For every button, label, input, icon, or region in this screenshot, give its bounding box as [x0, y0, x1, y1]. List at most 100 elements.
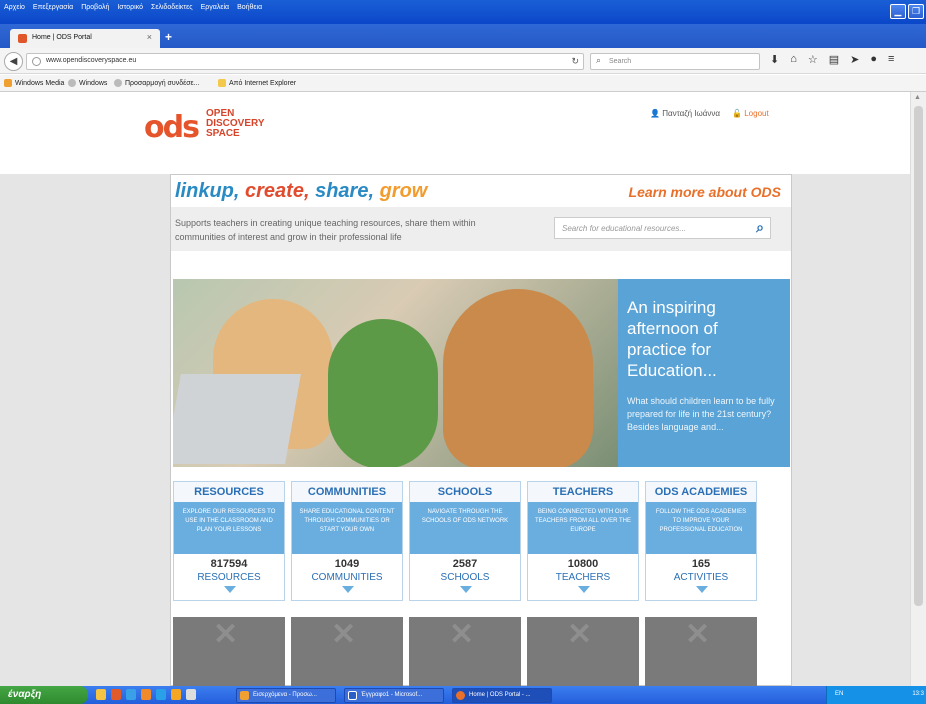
chat-icon[interactable]: ● [870, 53, 877, 66]
minimize-icon[interactable]: ▁ [890, 4, 906, 19]
menu-view[interactable]: Προβολή [81, 4, 109, 11]
windows-taskbar: έναρξη Εισερχόμενα - Προσω... Έγγραφο1 -… [0, 686, 926, 704]
menu-file[interactable]: Αρχείο [4, 4, 25, 11]
card-title: ODS ACADEMIES [646, 482, 756, 502]
home-icon[interactable]: ⌂ [790, 53, 797, 66]
taskbar-item-word[interactable]: Έγγραφο1 - Microsof... [344, 688, 444, 703]
search-icon[interactable]: ⌕ [756, 219, 764, 236]
ods-logo[interactable]: ods OPEN DISCOVERY SPACE [144, 104, 294, 150]
start-button[interactable]: έναρξη [0, 686, 88, 704]
learn-more-link[interactable]: Learn more about ODS [629, 184, 781, 200]
tab-title: Home | ODS Portal [32, 34, 92, 41]
quick-launch-icon[interactable] [171, 689, 181, 700]
back-arrow-icon[interactable]: ◀ [4, 52, 23, 71]
broken-image-icon: ✕ [331, 618, 357, 651]
card-count: 817594 [210, 558, 248, 570]
bookmark-star-icon[interactable]: ☆ [808, 53, 818, 66]
tagline-share: share, [315, 180, 375, 202]
broken-image-icon: ✕ [685, 618, 711, 651]
site-header: ods OPEN DISCOVERY SPACE 👤 Πανταζή Ιωάνν… [0, 92, 926, 174]
menu-edit[interactable]: Επεξεργασία [33, 4, 73, 11]
taskbar-item-firefox[interactable]: Home | ODS Portal - ... [452, 688, 552, 703]
card-ods-academies[interactable]: ODS ACADEMIES FOLLOW THE ODS ACADEMIES T… [645, 481, 757, 601]
tagline-linkup: linkup, [175, 180, 240, 202]
menu-tools[interactable]: Εργαλεία [201, 4, 229, 11]
bookmark-customize-links[interactable]: Προσαρμογή συνδέσε... [114, 79, 199, 87]
vertical-scrollbar[interactable]: ▲ [910, 92, 926, 686]
tagline-grow: grow [379, 180, 428, 202]
hero-banner[interactable]: An inspiring afternoon of practice for E… [173, 279, 790, 467]
scroll-up-icon[interactable]: ▲ [914, 94, 921, 101]
quick-launch-icon[interactable] [156, 689, 166, 700]
download-icon[interactable]: ⬇ [770, 53, 779, 66]
reading-list-icon[interactable]: ▤ [829, 53, 839, 66]
scrollbar-thumb[interactable] [914, 106, 923, 606]
hero-text: An inspiring afternoon of practice for E… [627, 297, 777, 434]
site-description: Supports teachers in creating unique tea… [175, 218, 476, 242]
thumbnail-placeholder[interactable]: ✕ [291, 617, 403, 686]
tab-strip: Home | ODS Portal × + [0, 24, 926, 48]
thumbnail-placeholder[interactable]: ✕ [173, 617, 285, 686]
quick-launch-icon[interactable] [96, 689, 106, 700]
quick-launch-icon[interactable] [126, 689, 136, 700]
send-icon[interactable]: ➤ [850, 53, 859, 66]
quick-launch-icon[interactable] [141, 689, 151, 700]
hero-summary: What should children learn to be fully p… [627, 396, 775, 432]
menu-history[interactable]: Ιστορικό [117, 4, 143, 11]
card-description: FOLLOW THE ODS ACADEMIES TO IMPROVE YOUR… [646, 502, 756, 554]
start-label: έναρξη [8, 689, 42, 700]
description-bar: Supports teachers in creating unique tea… [171, 207, 791, 251]
url-text: www.opendiscoveryspace.eu [46, 57, 137, 64]
broken-image-icon: ✕ [449, 618, 475, 651]
close-tab-icon[interactable]: × [147, 32, 152, 42]
bookmark-windows[interactable]: Windows [68, 79, 107, 87]
card-teachers[interactable]: TEACHERS BEING CONNECTED WITH OUR TEACHE… [527, 481, 639, 601]
folder-icon [218, 79, 226, 87]
user-menu: 👤 Πανταζή Ιωάννα 🔓 Logout [650, 109, 769, 118]
outlook-icon [240, 691, 249, 700]
restore-icon[interactable]: ❐ [908, 4, 924, 19]
quick-launch-icon[interactable] [111, 689, 121, 700]
language-indicator[interactable]: EN [835, 691, 843, 697]
new-tab-button[interactable]: + [165, 30, 172, 44]
card-description: BEING CONNECTED WITH OUR TEACHERS FROM A… [528, 502, 638, 554]
card-communities[interactable]: COMMUNITIES SHARE EDUCATIONAL CONTENT TH… [291, 481, 403, 601]
taskbar-item-outlook[interactable]: Εισερχόμενα - Προσω... [236, 688, 336, 703]
quick-launch-icon[interactable] [186, 689, 196, 700]
reload-icon[interactable]: ↻ [571, 56, 579, 67]
resource-search-input[interactable]: Search for educational resources... ⌕ [554, 217, 771, 239]
hero-photo [173, 279, 618, 467]
browser-search-placeholder: Search [609, 58, 632, 65]
logo-mark: ods [144, 110, 200, 145]
card-resources[interactable]: RESOURCES EXPLORE OUR RESOURCES TO USE I… [173, 481, 285, 601]
address-bar[interactable]: www.opendiscoveryspace.eu ↻ [26, 53, 584, 70]
hamburger-menu-icon[interactable]: ≡ [888, 53, 894, 66]
card-description: EXPLORE OUR RESOURCES TO USE IN THE CLAS… [174, 502, 284, 554]
task-label: Έγγραφο1 - Microsof... [361, 692, 423, 698]
thumbnail-placeholder[interactable]: ✕ [409, 617, 521, 686]
card-count: 165 [691, 558, 711, 570]
feature-cards: RESOURCES EXPLORE OUR RESOURCES TO USE I… [173, 481, 790, 603]
bookmark-windows-media[interactable]: Windows Media [4, 79, 64, 87]
card-label: ACTIVITIES [673, 572, 729, 583]
down-arrow-icon [342, 586, 354, 593]
down-arrow-icon [578, 586, 590, 593]
clock: 13:3 [912, 691, 924, 697]
menu-help[interactable]: Βοήθεια [237, 4, 262, 11]
user-name-link[interactable]: 👤 Πανταζή Ιωάννα [650, 109, 720, 118]
bookmark-from-ie[interactable]: Από Internet Explorer [218, 79, 296, 87]
hero-title: An inspiring afternoon of practice for E… [627, 298, 718, 380]
globe-icon [68, 79, 76, 87]
quick-launch [96, 689, 196, 700]
menu-bookmarks[interactable]: Σελιδοδείκτες [151, 4, 193, 11]
card-schools[interactable]: SCHOOLS NAVIGATE THROUGH THE SCHOOLS OF … [409, 481, 521, 601]
browser-search-input[interactable]: ⌕ Search [590, 53, 760, 70]
bookmark-label: Windows Media [15, 79, 65, 87]
tab-ods-portal[interactable]: Home | ODS Portal × [10, 29, 160, 48]
thumbnail-placeholder[interactable]: ✕ [645, 617, 757, 686]
task-label: Home | ODS Portal - ... [469, 692, 531, 698]
logout-link[interactable]: 🔓 Logout [732, 109, 769, 118]
thumbnail-placeholder[interactable]: ✕ [527, 617, 639, 686]
card-description: NAVIGATE THROUGH THE SCHOOLS OF ODS NETW… [410, 502, 520, 554]
thumbnail-row: ✕ ✕ ✕ ✕ ✕ [173, 617, 790, 686]
